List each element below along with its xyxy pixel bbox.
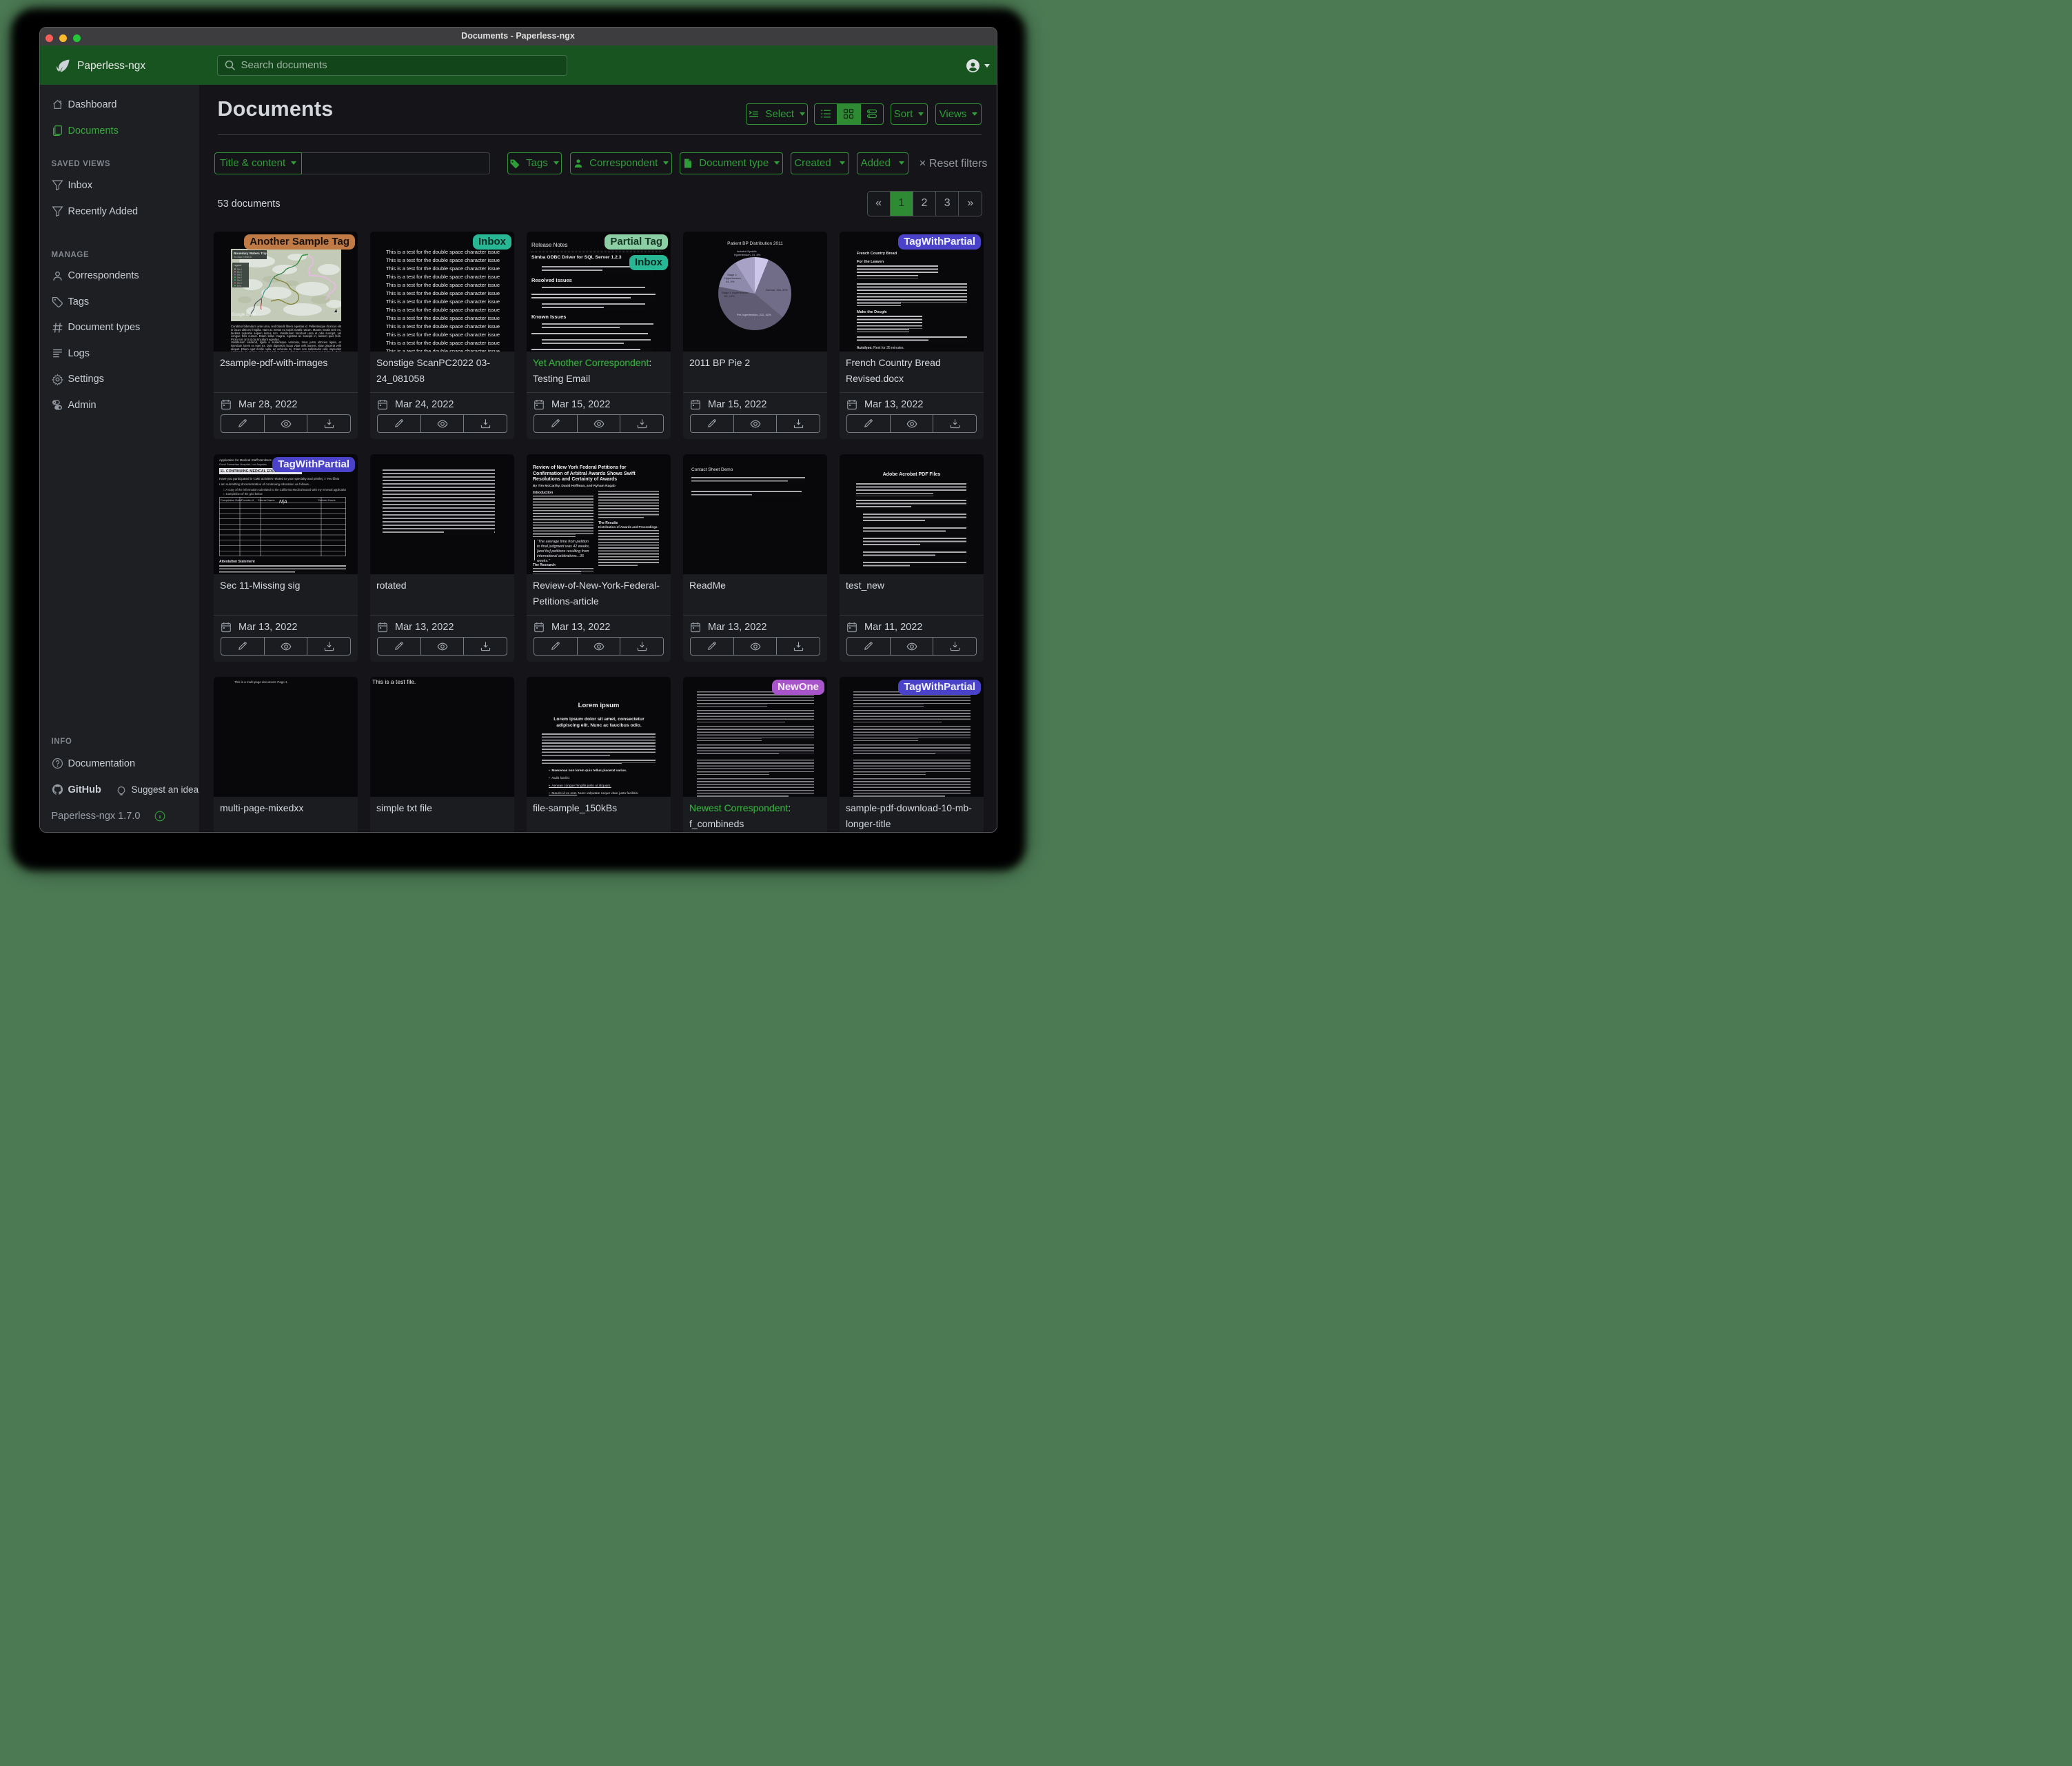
svg-text:Day 3: Day 3 bbox=[237, 273, 242, 276]
svg-text:Day 5: Day 5 bbox=[237, 278, 242, 281]
svg-text:Entry: Entry bbox=[237, 284, 242, 287]
svg-text:Day 6: Day 6 bbox=[237, 281, 242, 284]
svg-text:Day 1: Day 1 bbox=[237, 267, 242, 270]
svg-text:Day 2: Day 2 bbox=[237, 270, 242, 273]
svg-text:Day 4: Day 4 bbox=[237, 276, 242, 278]
